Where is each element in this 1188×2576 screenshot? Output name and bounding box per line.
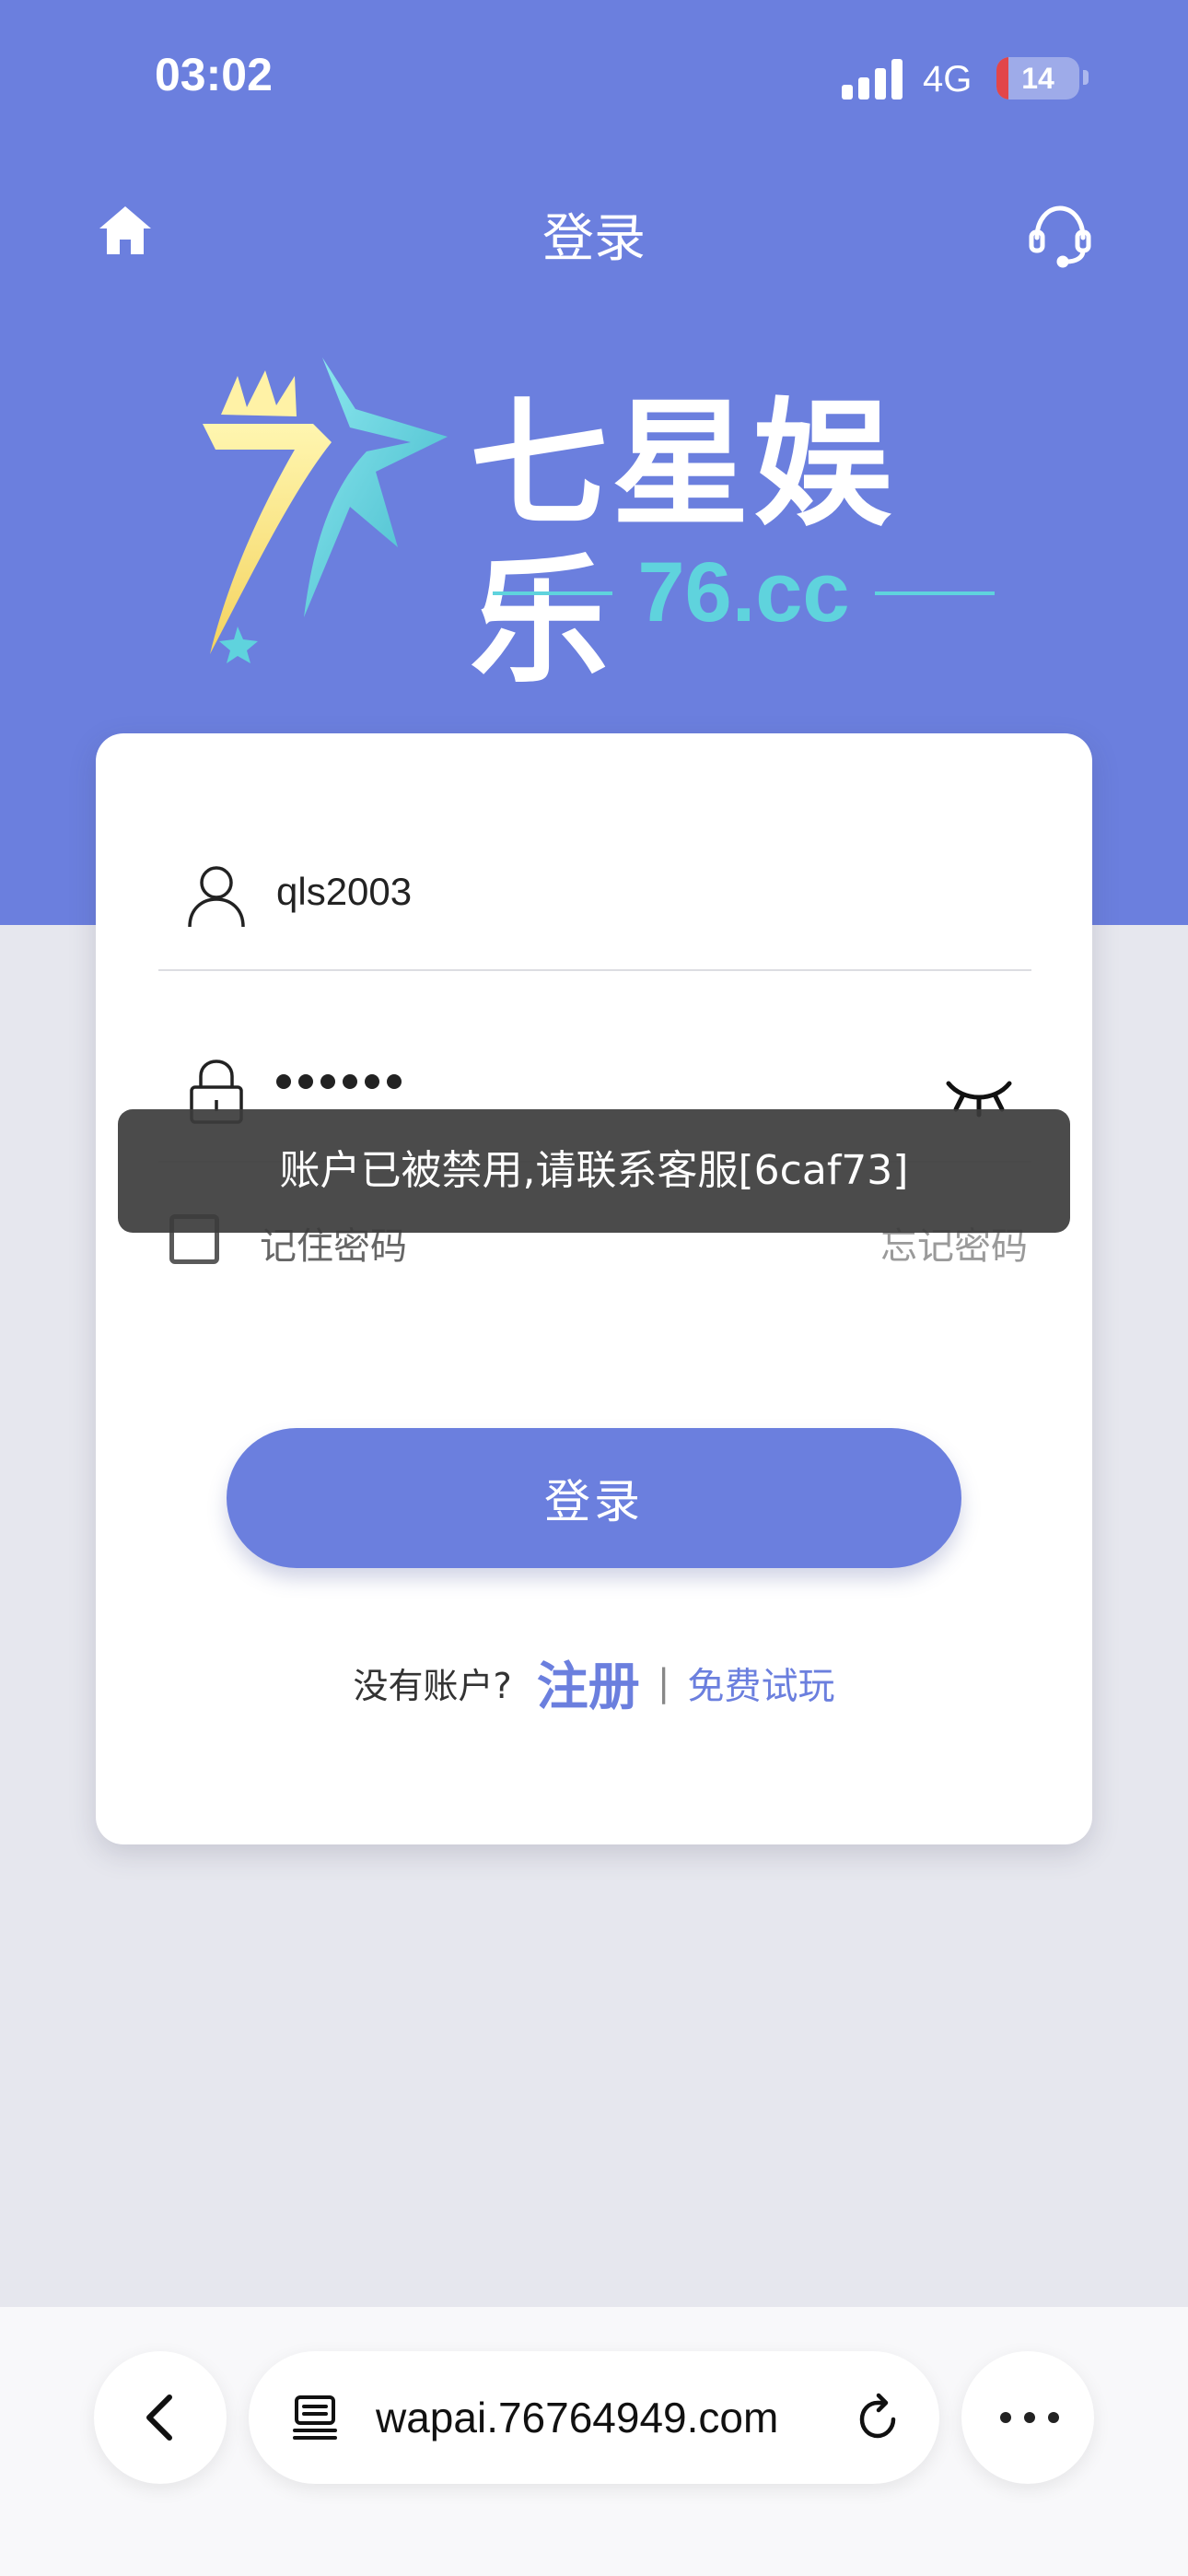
login-card: qls2003 记住密码 忘记密码 登录 没有账户? 注册 | 免费试玩 <box>96 733 1092 1844</box>
brand-domain-row: 76.cc <box>493 542 995 643</box>
headset-icon[interactable] <box>1026 201 1094 269</box>
network-type: 4G <box>923 59 973 100</box>
status-time: 03:02 <box>155 49 273 100</box>
login-button[interactable]: 登录 <box>227 1428 961 1568</box>
browser-toolbar: wapai.76764949.com <box>0 2307 1188 2576</box>
more-button[interactable] <box>961 2351 1094 2484</box>
battery-icon: 14 <box>996 57 1079 100</box>
password-dot <box>365 1074 379 1089</box>
password-input[interactable] <box>276 1074 402 1089</box>
password-dot <box>343 1074 357 1089</box>
logo-divider-right <box>875 591 995 595</box>
free-trial-link[interactable]: 免费试玩 <box>687 1666 834 1708</box>
address-bar[interactable]: wapai.76764949.com <box>249 2351 939 2484</box>
page-title: 登录 <box>542 209 646 269</box>
more-dots-icon <box>1000 2412 1059 2423</box>
password-dot <box>320 1074 335 1089</box>
brand-logo: 七星娱乐 76.cc <box>193 350 1004 700</box>
reload-icon[interactable] <box>853 2392 904 2443</box>
signal-icon <box>842 55 906 100</box>
chevron-left-icon <box>146 2395 172 2441</box>
error-toast: 账户已被禁用,请联系客服[6caf73] <box>118 1109 1070 1233</box>
signup-row: 没有账户? 注册 | 免费试玩 <box>96 1645 1092 1719</box>
star-logo-icon <box>203 357 448 663</box>
reader-icon <box>293 2395 337 2440</box>
register-link[interactable]: 注册 <box>537 1657 640 1717</box>
no-account-text: 没有账户? <box>353 1666 512 1706</box>
username-field[interactable]: qls2003 <box>158 862 1031 971</box>
link-divider: | <box>657 1661 670 1704</box>
user-icon <box>188 866 245 928</box>
username-input[interactable]: qls2003 <box>276 870 412 914</box>
password-dot <box>298 1074 313 1089</box>
url-text[interactable]: wapai.76764949.com <box>376 2351 778 2484</box>
password-dot <box>387 1074 402 1089</box>
password-dot <box>276 1074 291 1089</box>
battery-tip <box>1083 70 1089 85</box>
battery-percent: 14 <box>1021 62 1054 95</box>
back-button[interactable] <box>94 2351 227 2484</box>
